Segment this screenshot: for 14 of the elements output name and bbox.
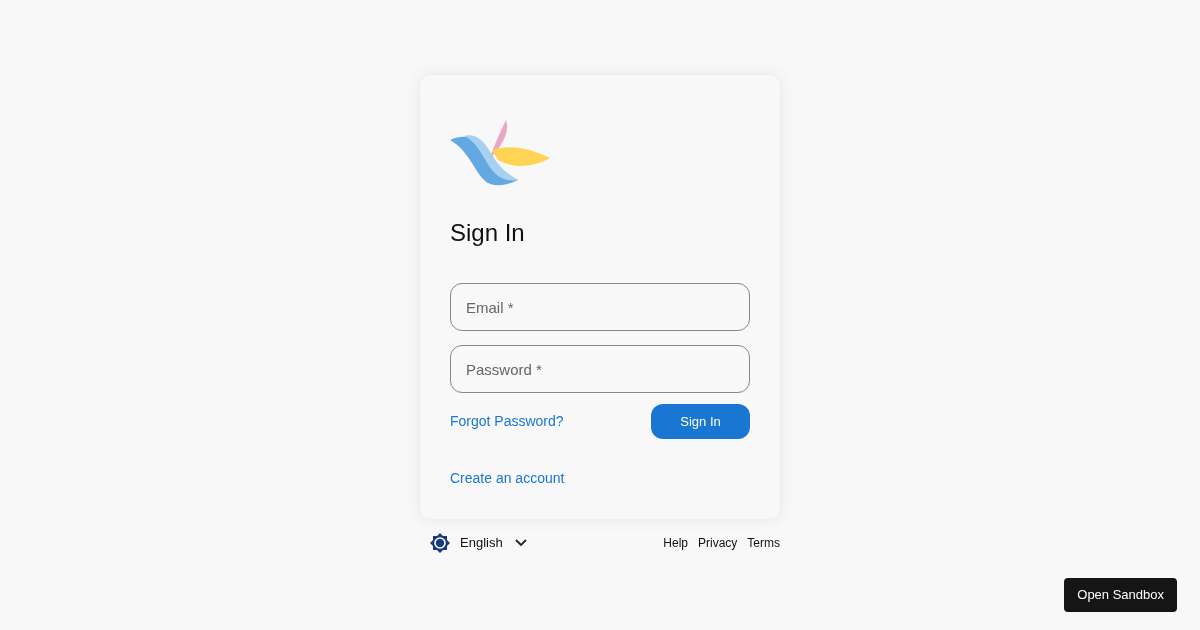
sign-in-button[interactable]: Sign In <box>651 404 750 439</box>
input-field[interactable]: Password * <box>450 345 750 393</box>
footer-link[interactable]: Terms <box>747 534 780 552</box>
brightness-icon[interactable] <box>430 533 450 553</box>
open-sandbox-button[interactable]: Open Sandbox <box>1064 578 1177 612</box>
bird-logo-icon <box>450 120 552 188</box>
create-account-link[interactable]: Create an account <box>450 468 750 489</box>
input-field[interactable]: Email * <box>450 283 750 331</box>
footer-link[interactable]: Privacy <box>698 534 738 552</box>
forgot-password-link[interactable]: Forgot Password? <box>450 411 564 432</box>
language-select[interactable]: English <box>460 533 527 553</box>
chevron-down-icon <box>514 539 527 547</box>
page-title: Sign In <box>450 218 526 248</box>
footer-link[interactable]: Help <box>663 534 688 552</box>
